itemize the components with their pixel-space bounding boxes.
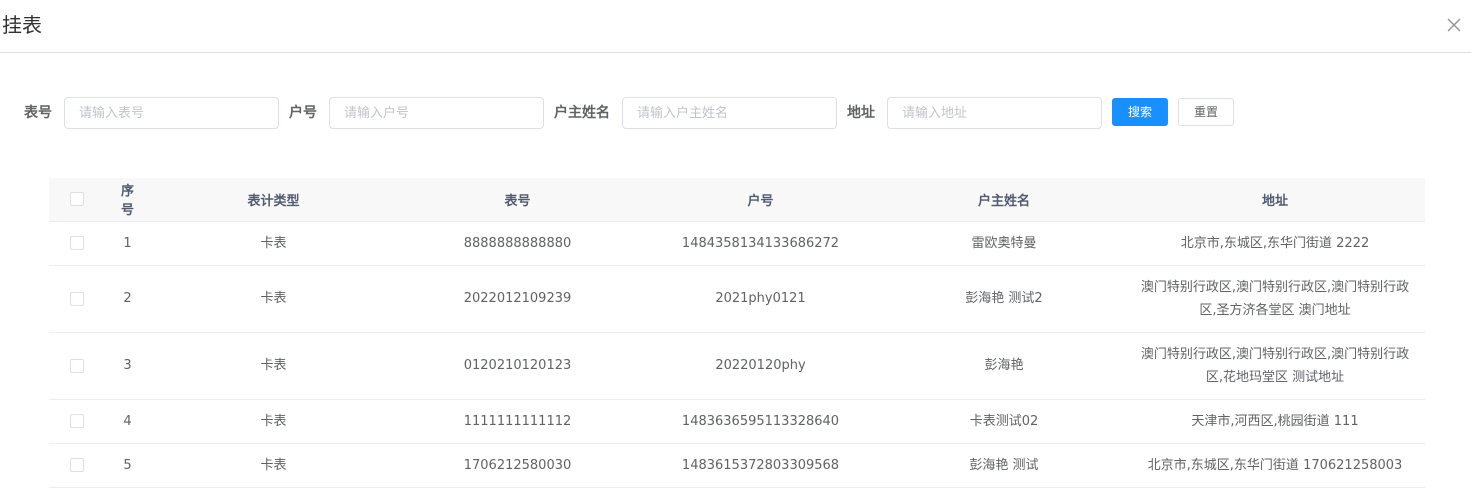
cell-meter-type: 卡表	[150, 221, 397, 266]
header-address: 地址	[1125, 178, 1425, 222]
header-owner-name: 户主姓名	[883, 178, 1125, 222]
cell-meter-no: 1706212580030	[397, 443, 638, 488]
cell-address: 天津市,河西区,桃园街道 111	[1125, 399, 1425, 444]
header-account-no: 户号	[638, 178, 883, 222]
dialog-title: 挂表	[2, 13, 42, 37]
row-select-cell	[49, 399, 105, 444]
cell-meter-no: 0120210120123	[397, 332, 638, 400]
cell-account-no: 1484358134133686272	[638, 221, 883, 266]
row-select-cell	[49, 443, 105, 488]
cell-owner-name: 雷欧奥特曼	[883, 221, 1125, 266]
row-checkbox[interactable]	[70, 291, 84, 306]
cell-address: 澳门特别行政区,澳门特别行政区,澳门特别行政区,花地玛堂区 测试地址	[1125, 332, 1425, 400]
account-no-label: 户号	[289, 105, 317, 121]
header-meter-type: 表计类型	[150, 178, 397, 222]
row-select-cell	[49, 332, 105, 400]
table-row[interactable]: 2 卡表 2022012109239 2021phy0121 彭海艳 测试2 澳…	[49, 265, 1425, 333]
search-button[interactable]: 搜索	[1112, 98, 1168, 126]
attach-meter-dialog: 挂表 表号 户号 户主姓名 地址 搜索 重置	[0, 0, 1471, 495]
cell-meter-no: 1111111111112	[397, 399, 638, 444]
table-row[interactable]: 1 卡表 8888888888880 1484358134133686272 雷…	[49, 221, 1425, 266]
reset-button[interactable]: 重置	[1178, 98, 1234, 126]
cell-meter-type: 卡表	[150, 265, 397, 333]
row-checkbox[interactable]	[70, 358, 84, 373]
cell-meter-type: 卡表	[150, 443, 397, 488]
cell-owner-name: 彭海艳 测试	[883, 443, 1125, 488]
address-label: 地址	[847, 105, 875, 121]
cell-owner-name: 彭海艳 测试2	[883, 265, 1125, 333]
header-meter-no: 表号	[397, 178, 638, 222]
cell-owner-name: 彭海艳	[883, 332, 1125, 400]
cell-address: 北京市,东城区,东华门街道 2222	[1125, 221, 1425, 266]
dialog-header: 挂表	[0, 0, 1471, 53]
meter-table: 序号 表计类型 表号 户号 户主姓名 地址 1 卡表 8888888888880…	[49, 178, 1425, 488]
table-row[interactable]: 3 卡表 0120210120123 20220120phy 彭海艳 澳门特别行…	[49, 332, 1425, 400]
table-row[interactable]: 5 卡表 1706212580030 1483615372803309568 彭…	[49, 443, 1425, 488]
cell-index: 4	[105, 399, 150, 444]
cell-meter-type: 卡表	[150, 332, 397, 400]
cell-index: 2	[105, 265, 150, 333]
row-checkbox[interactable]	[70, 236, 84, 250]
search-form: 表号 户号 户主姓名 地址 搜索 重置	[0, 97, 1471, 129]
header-index: 序号	[105, 178, 150, 222]
select-all-checkbox[interactable]	[70, 192, 84, 207]
select-all-cell	[49, 178, 105, 222]
owner-name-input[interactable]	[622, 97, 837, 129]
close-icon[interactable]	[1444, 15, 1464, 35]
meter-no-label: 表号	[24, 105, 52, 121]
table-header-row: 序号 表计类型 表号 户号 户主姓名 地址	[49, 178, 1425, 222]
cell-owner-name: 卡表测试02	[883, 399, 1125, 444]
row-select-cell	[49, 265, 105, 333]
table-row[interactable]: 4 卡表 1111111111112 1483636595113328640 卡…	[49, 399, 1425, 444]
address-input[interactable]	[887, 97, 1102, 129]
cell-index: 3	[105, 332, 150, 400]
cell-meter-type: 卡表	[150, 399, 397, 444]
row-checkbox[interactable]	[70, 414, 84, 428]
cell-meter-no: 2022012109239	[397, 265, 638, 333]
row-select-cell	[49, 221, 105, 266]
account-no-input[interactable]	[329, 97, 544, 129]
cell-account-no: 20220120phy	[638, 332, 883, 400]
cell-meter-no: 8888888888880	[397, 221, 638, 266]
cell-index: 5	[105, 443, 150, 488]
row-checkbox[interactable]	[70, 458, 84, 472]
meter-no-input[interactable]	[64, 97, 279, 129]
cell-account-no: 2021phy0121	[638, 265, 883, 333]
owner-name-label: 户主姓名	[554, 105, 610, 121]
cell-account-no: 1483636595113328640	[638, 399, 883, 444]
cell-index: 1	[105, 221, 150, 266]
cell-account-no: 1483615372803309568	[638, 443, 883, 488]
cell-address: 北京市,东城区,东华门街道 170621258003	[1125, 443, 1425, 488]
cell-address: 澳门特别行政区,澳门特别行政区,澳门特别行政区,圣方济各堂区 澳门地址	[1125, 265, 1425, 333]
